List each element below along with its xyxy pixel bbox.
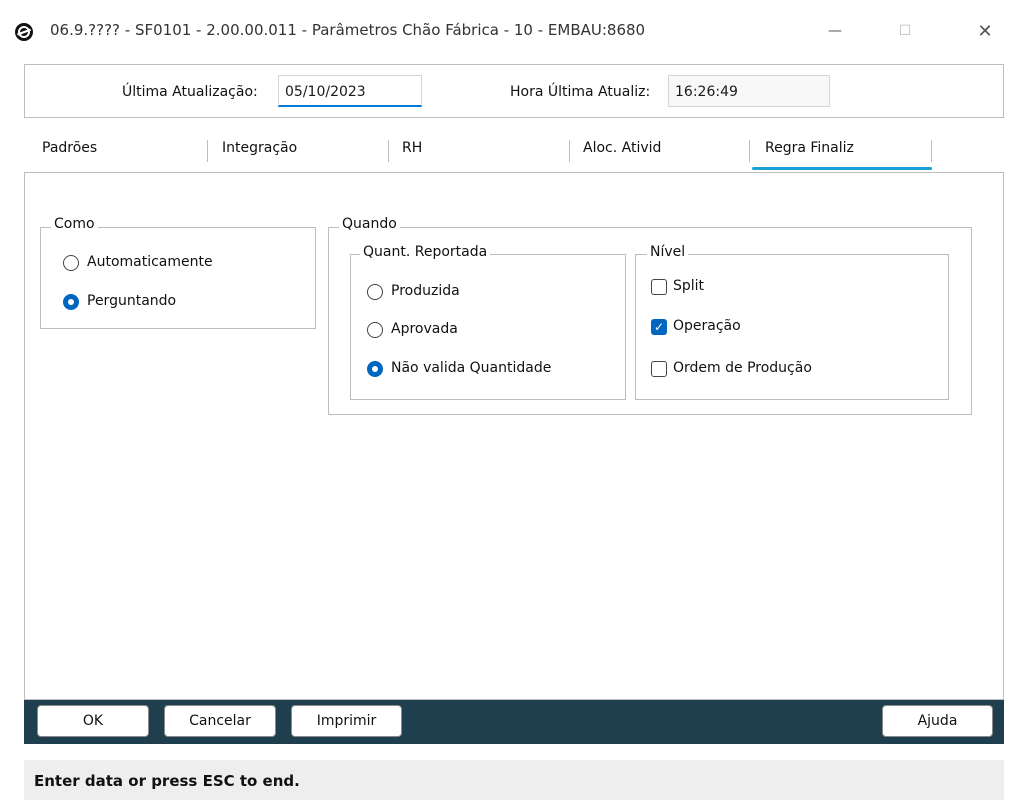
- operacao-label[interactable]: Operação: [673, 318, 741, 334]
- checkmark-icon: ✓: [653, 320, 665, 334]
- nao-valida-quantidade-radio[interactable]: [367, 361, 383, 377]
- cancelar-button[interactable]: Cancelar: [164, 705, 276, 737]
- maximize-icon: ☐: [898, 23, 912, 39]
- window-title: 06.9.???? - SF0101 - 2.00.00.011 - Parâm…: [50, 21, 646, 39]
- split-checkbox[interactable]: [651, 279, 667, 295]
- maximize-button[interactable]: ☐: [882, 14, 928, 48]
- split-label[interactable]: Split: [673, 278, 704, 294]
- tab-divider: [749, 140, 750, 162]
- tab-divider: [388, 140, 389, 162]
- status-message: Enter data or press ESC to end.: [34, 772, 300, 790]
- perguntando-label[interactable]: Perguntando: [87, 293, 176, 309]
- minimize-icon: —: [828, 23, 842, 39]
- produzida-label[interactable]: Produzida: [391, 283, 460, 299]
- ultima-atualizacao-field[interactable]: 05/10/2023: [278, 75, 422, 107]
- tab-divider: [569, 140, 570, 162]
- ok-button[interactable]: OK: [37, 705, 149, 737]
- produzida-radio[interactable]: [367, 284, 383, 300]
- quant-reportada-title: Quant. Reportada: [360, 244, 491, 260]
- active-tab-indicator: [752, 167, 932, 170]
- minimize-button[interactable]: —: [812, 14, 858, 48]
- nao-valida-quantidade-label[interactable]: Não valida Quantidade: [391, 360, 551, 376]
- app-logo-icon: [15, 23, 33, 41]
- tab-integracao[interactable]: Integração: [222, 140, 297, 174]
- como-group: [40, 227, 316, 329]
- quando-group-title: Quando: [339, 216, 400, 232]
- ordem-de-producao-label[interactable]: Ordem de Produção: [673, 360, 812, 376]
- tab-aloc-ativid[interactable]: Aloc. Ativid: [583, 140, 661, 174]
- operacao-checkbox[interactable]: ✓: [651, 319, 667, 335]
- hora-ultima-field[interactable]: 16:26:49: [668, 75, 830, 107]
- ultima-atualizacao-label: Última Atualização:: [122, 84, 258, 100]
- tab-divider: [931, 140, 932, 162]
- tab-rh[interactable]: RH: [402, 140, 422, 174]
- como-group-title: Como: [51, 216, 98, 232]
- hora-ultima-value: 16:26:49: [675, 84, 738, 100]
- automaticamente-radio[interactable]: [63, 255, 79, 271]
- automaticamente-label[interactable]: Automaticamente: [87, 254, 213, 270]
- aprovada-radio[interactable]: [367, 322, 383, 338]
- ajuda-button[interactable]: Ajuda: [882, 705, 993, 737]
- hora-ultima-label: Hora Última Atualiz:: [510, 84, 651, 100]
- aprovada-label[interactable]: Aprovada: [391, 321, 458, 337]
- ultima-atualizacao-value: 05/10/2023: [285, 84, 366, 100]
- close-icon: ✕: [977, 20, 993, 42]
- imprimir-button[interactable]: Imprimir: [291, 705, 402, 737]
- perguntando-radio[interactable]: [63, 294, 79, 310]
- nivel-title: Nível: [647, 244, 689, 260]
- tab-padroes[interactable]: Padrões: [42, 140, 97, 174]
- close-button[interactable]: ✕: [962, 14, 1008, 48]
- tab-divider: [207, 140, 208, 162]
- ordem-de-producao-checkbox[interactable]: [651, 361, 667, 377]
